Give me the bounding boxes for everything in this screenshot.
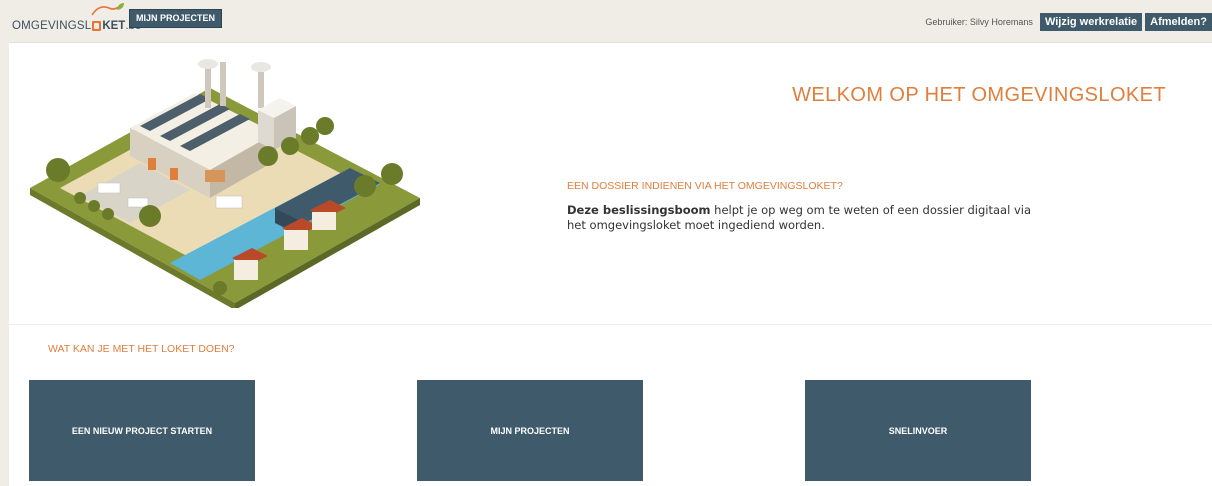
left-margin-strip <box>0 42 9 486</box>
user-area: Gebruiker: Silvy Horemans Wijzig werkrel… <box>925 13 1212 31</box>
my-projects-tile[interactable]: MIJN PROJECTEN <box>417 380 643 481</box>
dossier-description: Deze beslissingsboom helpt je op weg om … <box>567 203 1037 233</box>
change-relation-button[interactable]: Wijzig werkrelatie <box>1039 13 1143 31</box>
my-projects-nav-button[interactable]: MIJN PROJECTEN <box>129 9 223 28</box>
welcome-title: WELKOM OP HET OMGEVINGSLOKET <box>792 84 1166 106</box>
logo-text-part2: KET <box>102 20 126 32</box>
logo-leaf-icon <box>91 3 124 16</box>
current-user-label: Gebruiker: Silvy Horemans <box>925 17 1033 27</box>
top-bar: OMGEVINGSL KET .be MIJN PROJECTEN Gebrui… <box>0 0 1212 43</box>
logo-o-icon <box>92 21 102 31</box>
industrial-area-illustration <box>30 59 420 308</box>
omgevingsloket-logo[interactable]: OMGEVINGSL KET .be <box>12 3 141 32</box>
decision-tree-link[interactable]: Deze beslissingsboom <box>567 203 711 217</box>
dossier-heading: EEN DOSSIER INDIENEN VIA HET OMGEVINGSLO… <box>567 180 843 192</box>
actions-heading: WAT KAN JE MET HET LOKET DOEN? <box>48 343 235 355</box>
new-project-tile[interactable]: EEN NIEUW PROJECT STARTEN <box>29 380 255 481</box>
logo-text-part1: OMGEVINGSL <box>12 20 92 32</box>
quick-entry-tile[interactable]: SNELINVOER <box>805 380 1031 481</box>
logout-button[interactable]: Afmelden? <box>1145 13 1212 31</box>
section-divider <box>9 324 1212 325</box>
